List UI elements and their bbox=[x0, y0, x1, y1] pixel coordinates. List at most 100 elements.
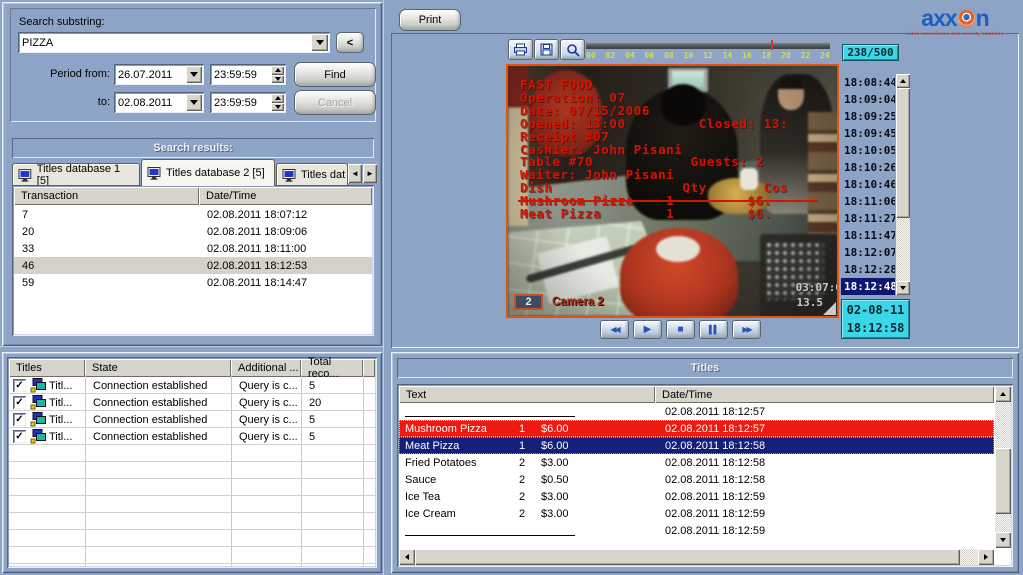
cancel-button[interactable]: Cancel bbox=[294, 90, 376, 115]
column-header-text[interactable]: Text bbox=[399, 386, 655, 403]
zoom-button[interactable] bbox=[560, 39, 585, 60]
timestamp-item[interactable]: 18:11:47 bbox=[841, 227, 895, 244]
search-substring-dropdown-button[interactable] bbox=[311, 34, 328, 51]
title-row[interactable]: Ice Cream 2 $3.00 02.08.2011 18:12:59 bbox=[399, 505, 994, 522]
tab-scroll-left-button[interactable]: ◄ bbox=[348, 164, 362, 183]
spin-up-icon[interactable] bbox=[271, 94, 284, 103]
column-header-empty[interactable] bbox=[363, 359, 375, 377]
database-row[interactable]: ✓ Titl... Connection established Query i… bbox=[9, 377, 375, 394]
title-row[interactable]: 02.08.2011 18:12:59 bbox=[399, 522, 994, 539]
print-button[interactable]: Print bbox=[399, 9, 461, 31]
timestamp-item[interactable]: 18:09:04 bbox=[841, 91, 895, 108]
timestamp-item[interactable]: 18:08:44 bbox=[841, 74, 895, 91]
scrollbar-thumb[interactable] bbox=[896, 88, 910, 218]
tab-titles-database-1[interactable]: Titles database 1 [5] bbox=[12, 163, 140, 186]
title-row[interactable]: Ice Tea 2 $3.00 02.08.2011 18:12:59 bbox=[399, 488, 994, 505]
resize-grip-icon[interactable] bbox=[823, 302, 836, 315]
column-header-datetime[interactable]: Date/Time bbox=[199, 187, 372, 205]
timestamp-item-selected[interactable]: 18:12:48 bbox=[841, 278, 895, 295]
column-header-label: Additional ... bbox=[238, 362, 299, 374]
video-clock: 03:07:0 bbox=[796, 281, 839, 294]
titles-hscrollbar[interactable] bbox=[399, 549, 994, 565]
result-row[interactable]: 7 02.08.2011 18:07:12 bbox=[14, 206, 372, 223]
save-frame-button[interactable] bbox=[534, 39, 559, 60]
timestamp-item[interactable]: 18:10:46 bbox=[841, 176, 895, 193]
video-frame[interactable]: FAST FOOD Operation: 07 Date: 07/15/2006… bbox=[506, 64, 839, 318]
find-button[interactable]: Find bbox=[294, 62, 376, 87]
title-row[interactable]: Sauce 2 $0.50 02.08.2011 18:12:58 bbox=[399, 471, 994, 488]
tab-titles-database-3[interactable]: Titles dat bbox=[276, 163, 348, 186]
database-checkbox[interactable]: ✓ bbox=[13, 413, 26, 426]
play-button[interactable]: ▶ bbox=[633, 320, 662, 339]
scroll-down-icon[interactable] bbox=[995, 532, 1011, 548]
timeline-marker[interactable] bbox=[771, 40, 773, 50]
title-row[interactable]: 02.08.2011 18:12:57 bbox=[399, 403, 994, 420]
result-row[interactable]: 59 02.08.2011 18:14:47 bbox=[14, 274, 372, 291]
timestamp-scrollbar[interactable] bbox=[896, 74, 910, 295]
search-history-button[interactable]: < bbox=[336, 32, 364, 53]
time-to-spinner[interactable]: 23:59:59 bbox=[210, 92, 286, 113]
column-header-transaction[interactable]: Transaction bbox=[14, 187, 199, 205]
date-to-combobox[interactable]: 02.08.2011 bbox=[114, 92, 204, 113]
column-header-state[interactable]: State bbox=[85, 359, 231, 377]
database-row[interactable]: ✓ Titl... Connection established Query i… bbox=[9, 428, 375, 445]
title-row-highlighted-navy[interactable]: Meat Pizza 1 $6.00 02.08.2011 18:12:58 bbox=[399, 437, 994, 454]
timestamp-item[interactable]: 18:10:05 bbox=[841, 142, 895, 159]
date-to-dropdown-button[interactable] bbox=[186, 94, 202, 111]
stop-button[interactable]: ■ bbox=[666, 320, 695, 339]
timeline[interactable]: 00 02 04 06 08 10 12 14 16 18 20 22 24 bbox=[586, 40, 830, 62]
date-from-dropdown-button[interactable] bbox=[186, 66, 202, 83]
database-checkbox[interactable]: ✓ bbox=[13, 396, 26, 409]
date-from-combobox[interactable]: 26.07.2011 bbox=[114, 64, 204, 85]
pause-button[interactable]: ▌▌ bbox=[699, 320, 728, 339]
horizontal-splitter-left[interactable] bbox=[0, 346, 383, 352]
spin-down-icon[interactable] bbox=[271, 103, 284, 112]
spin-down-icon[interactable] bbox=[271, 75, 284, 84]
database-checkbox[interactable]: ✓ bbox=[13, 430, 26, 443]
titles-vscrollbar[interactable] bbox=[995, 386, 1011, 548]
vertical-splitter[interactable] bbox=[383, 0, 391, 575]
scroll-right-icon[interactable] bbox=[978, 549, 994, 565]
title-row-highlighted-red[interactable]: Mushroom Pizza 1 $6.00 02.08.2011 18:12:… bbox=[399, 420, 994, 437]
result-row-selected[interactable]: 46 02.08.2011 18:12:53 bbox=[14, 257, 372, 274]
timestamp-item[interactable]: 18:10:26 bbox=[841, 159, 895, 176]
database-checkbox[interactable]: ✓ bbox=[13, 379, 26, 392]
database-row[interactable]: ✓ Titl... Connection established Query i… bbox=[9, 394, 375, 411]
timestamp-item[interactable]: 18:09:45 bbox=[841, 125, 895, 142]
timestamp: 18:09:45 bbox=[844, 127, 895, 140]
timestamp-item[interactable]: 18:12:28 bbox=[841, 261, 895, 278]
result-row[interactable]: 33 02.08.2011 18:11:00 bbox=[14, 240, 372, 257]
item-price: $6.00 bbox=[541, 440, 569, 452]
rewind-button[interactable]: ◀◀ bbox=[600, 320, 629, 339]
column-header-total[interactable]: Total reco... bbox=[301, 359, 363, 377]
tab-titles-database-2[interactable]: Titles database 2 [5] bbox=[141, 159, 275, 186]
time-from-spinner[interactable]: 23:59:59 bbox=[210, 64, 286, 85]
export-print-button[interactable] bbox=[508, 39, 533, 60]
timestamp-item[interactable]: 18:09:25 bbox=[841, 108, 895, 125]
scroll-up-icon[interactable] bbox=[896, 74, 910, 88]
video-clock-seconds: 13.5 bbox=[797, 296, 824, 309]
transaction-cell: 7 bbox=[14, 209, 199, 221]
column-header-datetime[interactable]: Date/Time bbox=[655, 386, 994, 403]
scroll-left-icon[interactable] bbox=[399, 549, 415, 565]
scrollbar-thumb[interactable] bbox=[995, 448, 1011, 514]
horizontal-splitter-right[interactable] bbox=[391, 348, 1019, 352]
scroll-up-icon[interactable] bbox=[995, 386, 1011, 402]
fast-forward-button[interactable]: ▶▶ bbox=[732, 320, 761, 339]
title-row[interactable]: Fried Potatoes 2 $3.00 02.08.2011 18:12:… bbox=[399, 454, 994, 471]
date-to-value: 02.08.2011 bbox=[118, 97, 172, 109]
scrollbar-thumb[interactable] bbox=[415, 549, 960, 565]
search-substring-combobox[interactable]: PIZZA bbox=[18, 32, 330, 53]
scroll-down-icon[interactable] bbox=[896, 281, 910, 295]
column-header-additional[interactable]: Additional ... bbox=[231, 359, 301, 377]
column-header-titles[interactable]: Titles bbox=[9, 359, 85, 377]
tab-scroll-right-button[interactable]: ► bbox=[363, 164, 377, 183]
result-row[interactable]: 20 02.08.2011 18:09:06 bbox=[14, 223, 372, 240]
timestamp-item[interactable]: 18:12:07 bbox=[841, 244, 895, 261]
spin-up-icon[interactable] bbox=[271, 66, 284, 75]
titles-database-icon bbox=[30, 378, 47, 393]
datetime-cell: 02.08.2011 18:07:12 bbox=[199, 209, 307, 221]
database-row[interactable]: ✓ Titl... Connection established Query i… bbox=[9, 411, 375, 428]
timestamp-item[interactable]: 18:11:06 bbox=[841, 193, 895, 210]
timestamp-item[interactable]: 18:11:27 bbox=[841, 210, 895, 227]
